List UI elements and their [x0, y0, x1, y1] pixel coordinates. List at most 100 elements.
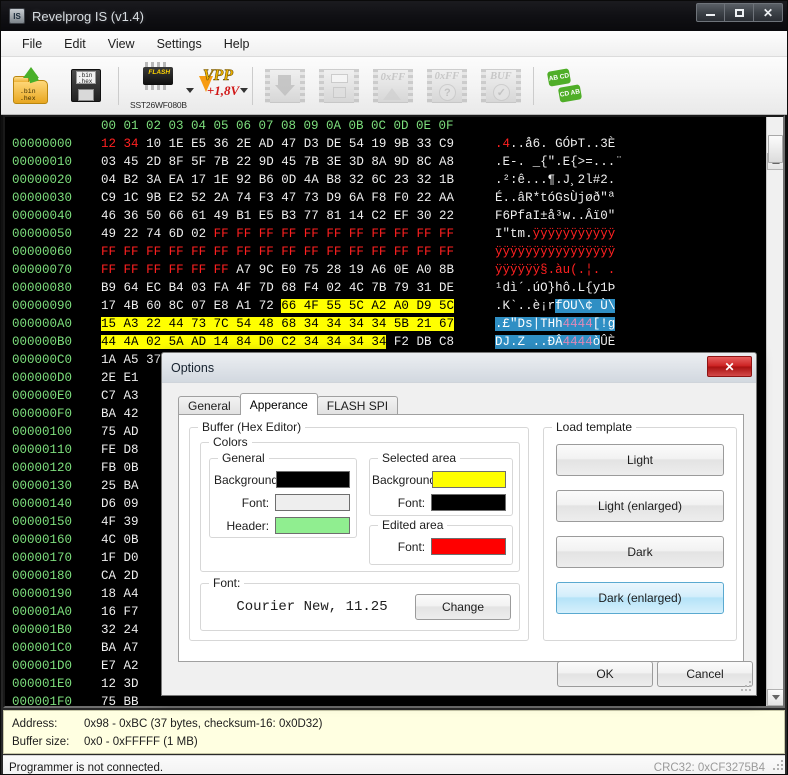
toolbar-erase-chip-button[interactable]: 0xFF — [366, 59, 420, 113]
hex-row[interactable]: 0000005049 22 74 6D 02 FF FF FF FF FF FF… — [5, 225, 766, 243]
general-font-row: Font: — [214, 494, 350, 511]
template-dark-enlarged-button[interactable]: Dark (enlarged) — [556, 582, 724, 614]
menu-file[interactable]: File — [11, 33, 53, 55]
toolbar-open-file-button[interactable]: .bin.hex — [5, 59, 59, 113]
hex-row[interactable]: 0000000012 34 10 1E E5 36 2E AD 47 D3 DE… — [5, 135, 766, 153]
cancel-button[interactable]: Cancel — [657, 661, 753, 687]
template-light-enlarged-button[interactable]: Light (enlarged) — [556, 490, 724, 522]
hex-row[interactable]: 00000080B9 64 EC B4 03 FA 4F 7D 68 F4 02… — [5, 279, 766, 297]
toolbar-verify-buffer-button[interactable]: BUF ✓ — [474, 59, 528, 113]
scroll-down-button[interactable] — [767, 689, 784, 706]
hex-row-ascii[interactable]: .²:ê...¶.J¸2l#2. — [483, 171, 615, 189]
hex-row-bytes[interactable]: 17 4B 60 8C 07 E8 A1 72 66 4F 55 5C A2 A… — [101, 297, 483, 315]
hex-row-bytes[interactable]: 15 A3 22 44 73 7C 54 48 68 34 34 34 34 5… — [101, 315, 483, 333]
colors-group-label: Colors — [209, 435, 252, 449]
hex-row-address: 00000120 — [5, 459, 101, 477]
hex-row-ascii[interactable]: .E-. _{".E{>=...¨ — [483, 153, 623, 171]
hex-row[interactable]: 0000004046 36 50 66 61 49 B1 E5 B3 77 81… — [5, 207, 766, 225]
hex-editor-scrollbar[interactable] — [766, 117, 783, 706]
edited-font-label: Font: — [372, 540, 431, 554]
selected-area-label: Selected area — [378, 451, 460, 465]
options-dialog-body: General Apperance FLASH SPI Buffer (Hex … — [162, 383, 756, 696]
template-light-button[interactable]: Light — [556, 444, 724, 476]
hex-row[interactable]: 000000A015 A3 22 44 73 7C 54 48 68 34 34… — [5, 315, 766, 333]
toolbar-blank-check-button[interactable]: 0xFF ? — [420, 59, 474, 113]
hex-row-ascii[interactable]: DJ.Z ..ÐÂ4444òÛÈ — [483, 333, 615, 351]
hex-row-ascii[interactable]: .K`..è¡rfOU\¢ Ù\ — [483, 297, 615, 315]
hex-row-address: 00000110 — [5, 441, 101, 459]
hex-row[interactable]: 0000009017 4B 60 8C 07 E8 A1 72 66 4F 55… — [5, 297, 766, 315]
maximize-button[interactable] — [725, 3, 754, 22]
hex-row-bytes[interactable]: 49 22 74 6D 02 FF FF FF FF FF FF FF FF F… — [101, 225, 483, 243]
window-controls: ✕ — [696, 3, 783, 22]
hex-row[interactable]: 00000060FF FF FF FF FF FF FF FF FF FF FF… — [5, 243, 766, 261]
menu-settings[interactable]: Settings — [146, 33, 213, 55]
tab-general[interactable]: General — [178, 396, 241, 415]
open-icon-ext2: .hex — [20, 95, 36, 102]
hex-row[interactable]: 00000030C9 1C 9B E2 52 2A 74 F3 47 73 D9… — [5, 189, 766, 207]
tab-apperance[interactable]: Apperance — [240, 393, 318, 415]
selected-font-swatch[interactable] — [431, 494, 506, 511]
hex-row-address: 00000100 — [5, 423, 101, 441]
hex-row-ascii[interactable]: .£"Ds|THh4444[!g — [483, 315, 615, 333]
hex-row-ascii[interactable]: ÿÿÿÿÿÿ§.àu(.¦. . — [483, 261, 615, 279]
selected-background-swatch[interactable] — [432, 471, 506, 488]
hex-row-bytes[interactable]: C9 1C 9B E2 52 2A 74 F3 47 73 D9 6A F8 F… — [101, 189, 483, 207]
close-icon: ✕ — [724, 360, 734, 374]
menu-help[interactable]: Help — [213, 33, 261, 55]
hex-row[interactable]: 00000070FF FF FF FF FF FF A7 9C E0 75 28… — [5, 261, 766, 279]
options-close-button[interactable]: ✕ — [707, 356, 752, 377]
hex-row-bytes[interactable]: B9 64 EC B4 03 FA 4F 7D 68 F4 02 4C 7B 7… — [101, 279, 483, 297]
hex-row-ascii[interactable]: .4..å6. GÓÞT..3È — [483, 135, 615, 153]
hex-row[interactable]: 0000001003 45 2D 8F 5F 7B 22 9D 45 7B 3E… — [5, 153, 766, 171]
toolbar-read-chip-button[interactable] — [258, 59, 312, 113]
window-titlebar: IS Revelprog IS (v1.4) ✕ — [1, 1, 787, 31]
ok-button[interactable]: OK — [557, 661, 653, 687]
read-download-icon — [264, 67, 306, 105]
font-change-button[interactable]: Change — [415, 594, 511, 620]
general-font-swatch[interactable] — [275, 494, 350, 511]
toolbar-save-file-button[interactable]: .bin.hex — [59, 59, 113, 113]
hex-row-address: 000000E0 — [5, 387, 101, 405]
hex-row-bytes[interactable]: 12 34 10 1E E5 36 2E AD 47 D3 DE 54 19 9… — [101, 135, 483, 153]
crc32-value: CRC32: 0xCF3275B4 — [654, 762, 779, 774]
hex-row-bytes[interactable]: 46 36 50 66 61 49 B1 E5 B3 77 81 14 C2 E… — [101, 207, 483, 225]
info-panel: Address: 0x98 - 0xBC (37 bytes, checksum… — [3, 710, 785, 754]
tab-flash-spi[interactable]: FLASH SPI — [317, 396, 398, 415]
minimize-button[interactable] — [696, 3, 725, 22]
hex-row-ascii[interactable]: É..âR*tóGsÙjøð"ª — [483, 189, 615, 207]
hex-row-ascii[interactable]: F6PfaI±å³w..Âï0" — [483, 207, 615, 225]
hex-row[interactable]: 000000B044 4A 02 5A AD 14 84 D0 C2 34 34… — [5, 333, 766, 351]
dialog-resize-grip[interactable] — [740, 680, 752, 692]
scrollbar-thumb[interactable] — [768, 135, 783, 163]
swap-bytes-sync-icon: AB CD CD AB — [545, 67, 587, 105]
hex-row-ascii[interactable]: I"tm.ÿÿÿÿÿÿÿÿÿÿÿ — [483, 225, 615, 243]
font-group: Font: Courier New, 11.25 Change — [200, 583, 520, 631]
hex-row-address: 00000150 — [5, 513, 101, 531]
general-header-swatch[interactable] — [275, 517, 350, 534]
hex-row-bytes[interactable]: FF FF FF FF FF FF A7 9C E0 75 28 19 A6 0… — [101, 261, 483, 279]
hex-row-address: 00000130 — [5, 477, 101, 495]
window-resize-grip[interactable] — [772, 759, 784, 771]
general-background-swatch[interactable] — [276, 471, 350, 488]
hex-row[interactable]: 0000002004 B2 3A EA 17 1E 92 B6 0D 4A B8… — [5, 171, 766, 189]
close-button[interactable]: ✕ — [754, 3, 783, 22]
buffer-size-label: Buffer size: — [12, 736, 84, 748]
options-tabstrip: General Apperance FLASH SPI — [178, 393, 744, 415]
hex-row-bytes[interactable]: FF FF FF FF FF FF FF FF FF FF FF FF FF F… — [101, 243, 483, 261]
hex-row-bytes[interactable]: 04 B2 3A EA 17 1E 92 B6 0D 4A B8 32 6C 2… — [101, 171, 483, 189]
edited-font-swatch[interactable] — [431, 538, 506, 555]
hex-row-ascii[interactable]: ¹dì´.úO}hô.L{y1Þ — [483, 279, 615, 297]
toolbar-vpp-button[interactable]: VPP +1,8V — [193, 59, 247, 113]
hex-row-ascii[interactable]: ÿÿÿÿÿÿÿÿÿÿÿÿÿÿÿÿ — [483, 243, 615, 261]
menu-view[interactable]: View — [97, 33, 146, 55]
vpp-dropdown-chevron-down-icon[interactable] — [240, 88, 248, 93]
toolbar-swap-bytes-button[interactable]: AB CD CD AB — [539, 59, 593, 113]
toolbar-write-chip-button[interactable] — [312, 59, 366, 113]
toolbar-select-chip-button[interactable]: FLASH SST26WF080B — [124, 59, 193, 113]
hex-row-bytes[interactable]: 44 4A 02 5A AD 14 84 D0 C2 34 34 34 34 F… — [101, 333, 483, 351]
menu-edit[interactable]: Edit — [53, 33, 97, 55]
template-dark-button[interactable]: Dark — [556, 536, 724, 568]
hex-row-address: 000000D0 — [5, 369, 101, 387]
hex-row-bytes[interactable]: 03 45 2D 8F 5F 7B 22 9D 45 7B 3E 3D 8A 9… — [101, 153, 483, 171]
